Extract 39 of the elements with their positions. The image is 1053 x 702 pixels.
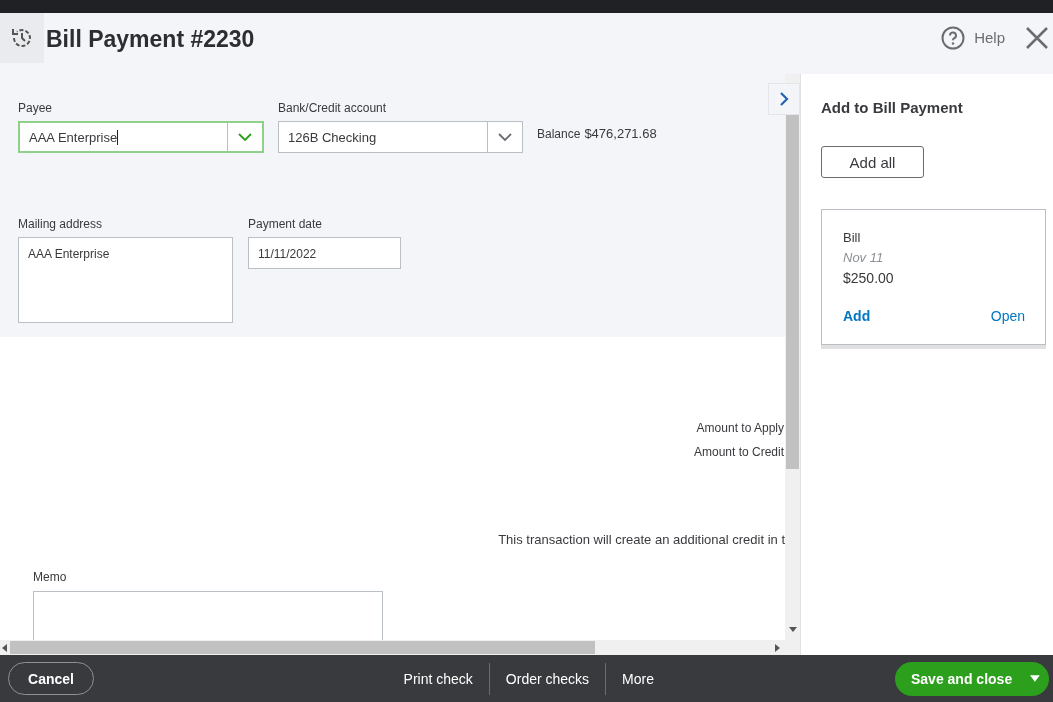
add-all-button[interactable]: Add all [821, 146, 924, 178]
chevron-down-icon [498, 132, 512, 142]
balance-value: $476,271.68 [584, 126, 657, 141]
card-amount: $250.00 [843, 270, 895, 286]
card-type: Bill [843, 230, 862, 245]
total-label: Amount to Apply [696, 421, 784, 435]
vertical-scrollbar[interactable] [785, 74, 800, 640]
field-label: Payee [18, 101, 54, 115]
chevron-right-icon [779, 92, 789, 106]
footer-action[interactable]: Print check [387, 670, 489, 687]
scroll-down-icon[interactable] [788, 627, 797, 632]
field-label: Memo [33, 570, 68, 584]
footer-action[interactable]: More [606, 670, 670, 687]
payee-dropdown[interactable]: AAA Enterprise [18, 121, 264, 153]
caret-icon [1030, 675, 1040, 682]
address-field[interactable]: AAA Enterprise [18, 237, 233, 323]
help-link[interactable]: Help [974, 29, 1005, 46]
field-label: Bank/Credit account [278, 101, 388, 115]
balance-label: Balance [537, 127, 581, 141]
field-label: Mailing address [18, 217, 104, 231]
page-title: Bill Payment #2230 [46, 26, 255, 53]
notice-text: This transaction will create an additional credit in t [498, 532, 785, 547]
horizontal-scrollbar[interactable] [0, 640, 800, 655]
total-label: Amount to Credit [693, 445, 784, 459]
add-link[interactable]: Add [843, 308, 871, 324]
help-icon[interactable] [941, 26, 966, 50]
footer-action[interactable]: Order checks [489, 670, 606, 687]
panel-title: Add to Bill Payment [821, 99, 964, 116]
chevron-down-icon [238, 132, 252, 142]
card-date: Nov 11 [843, 250, 885, 265]
account-dropdown[interactable]: 126B Checking [278, 121, 523, 153]
history-icon[interactable] [0, 13, 44, 63]
collapse-button[interactable] [768, 83, 800, 115]
field-label: Payment date [248, 217, 324, 231]
close-icon[interactable] [1025, 26, 1049, 50]
date-field[interactable]: 11/11/2022 [248, 237, 401, 269]
open-link[interactable]: Open [990, 308, 1025, 324]
scroll-right-icon[interactable] [775, 643, 780, 652]
scroll-left-icon[interactable] [2, 643, 7, 652]
